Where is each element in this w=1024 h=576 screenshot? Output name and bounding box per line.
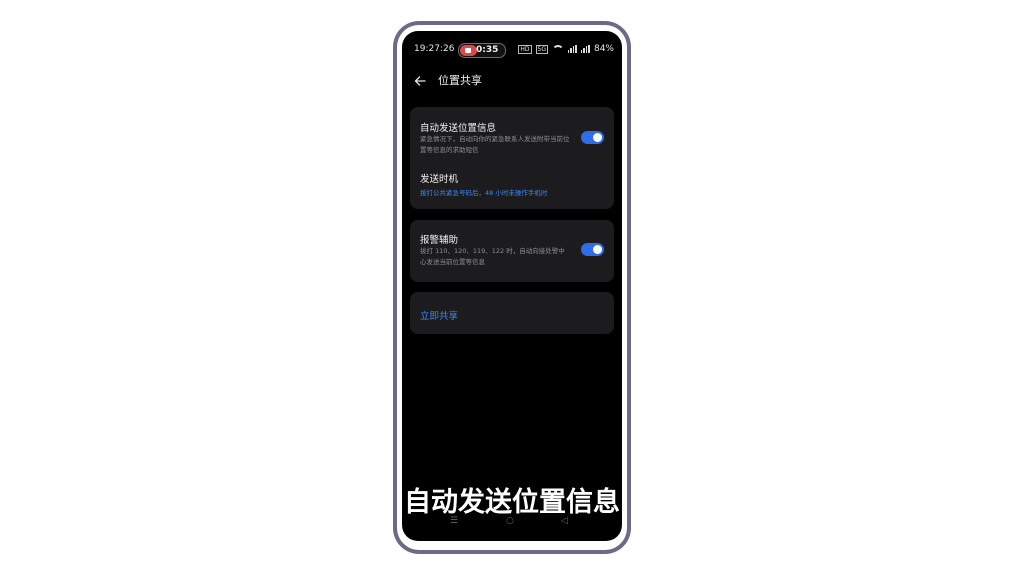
signal-2-icon: [580, 45, 590, 53]
arrow-left-icon[interactable]: [412, 73, 428, 89]
hd-badge: HD: [518, 44, 532, 54]
status-bar: 19:27:26 0:35 HD 5G 84%: [402, 31, 622, 69]
video-subtitle: 自动发送位置信息: [404, 487, 620, 518]
alarm-assist-description: 拨打 110、120、119、122 时，自动向接处警中心发送当前位置等信息: [420, 247, 565, 266]
signal-icon: [567, 45, 577, 53]
page-title: 位置共享: [438, 74, 482, 87]
auto-send-description: 紧急情况下，自动向你的紧急联系人发送附带当前位置等信息的求助短信: [420, 135, 570, 154]
send-timing-title: 发送时机: [420, 174, 459, 185]
phone-screen: 19:27:26 0:35 HD 5G 84% 位置共享 自动发送位置信息 紧急…: [402, 31, 622, 541]
status-time: 19:27:26: [414, 44, 455, 54]
screen-recording-indicator[interactable]: 0:35: [458, 43, 506, 58]
wifi-icon: [551, 45, 564, 53]
record-camera-icon: [460, 45, 477, 56]
auto-send-title: 自动发送位置信息: [420, 123, 497, 134]
nav-header: 位置共享: [402, 71, 622, 93]
status-icons: HD 5G 84%: [518, 44, 614, 54]
alarm-assist-toggle[interactable]: [581, 243, 604, 256]
share-now-button[interactable]: 立即共享: [420, 308, 458, 322]
network-badge: 5G: [535, 44, 548, 54]
alarm-assist-title: 报警辅助: [420, 235, 459, 246]
recording-time: 0:35: [476, 45, 499, 55]
send-timing-value[interactable]: 拨打公共紧急号码后，48 小时未操作手机时: [420, 187, 547, 197]
location-settings-card: 自动发送位置信息 紧急情况下，自动向你的紧急联系人发送附带当前位置等信息的求助短…: [410, 107, 614, 209]
alarm-assist-card[interactable]: 报警辅助 拨打 110、120、119、122 时，自动向接处警中心发送当前位置…: [410, 220, 614, 282]
share-now-card[interactable]: 立即共享: [410, 292, 614, 334]
battery-level: 84%: [593, 44, 614, 54]
auto-send-toggle[interactable]: [581, 131, 604, 144]
